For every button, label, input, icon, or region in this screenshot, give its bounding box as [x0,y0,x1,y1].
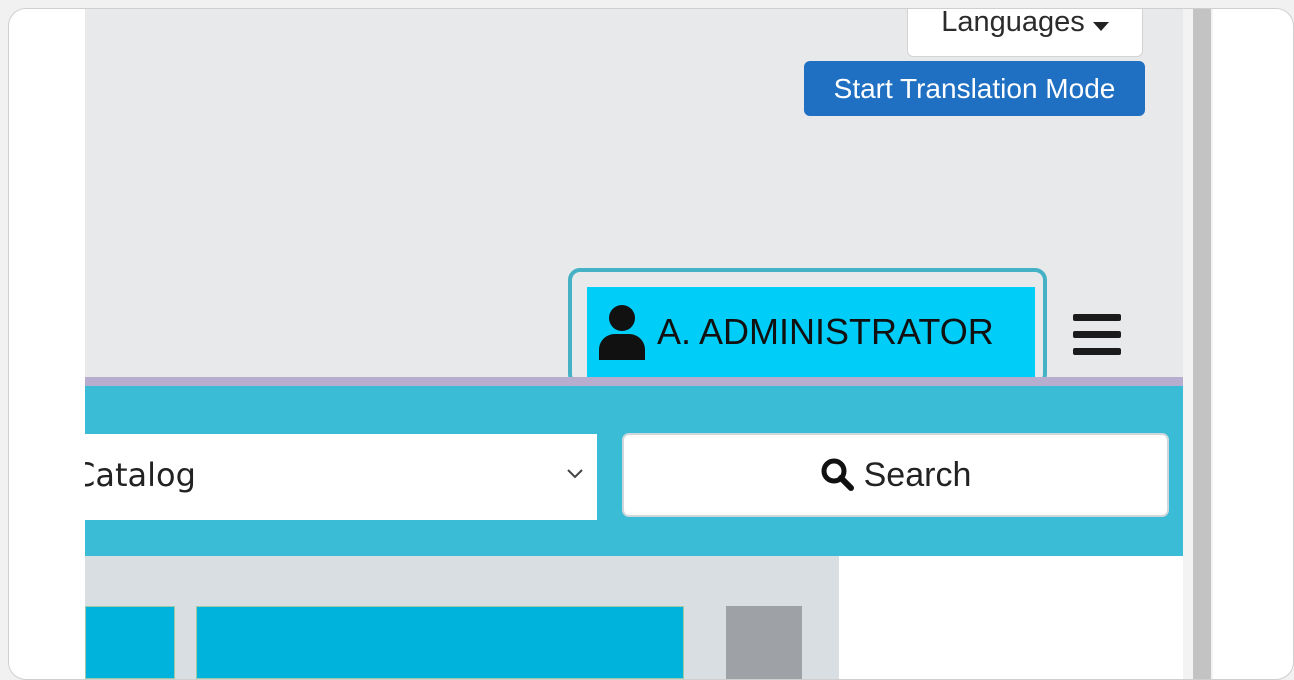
content-tile[interactable] [726,606,802,679]
side-panel [839,556,1183,679]
browser-viewport: Languages Start Translation Mode A. ADMI… [85,9,1183,679]
search-bar: Catalog Search [85,386,1183,556]
start-translation-mode-button[interactable]: Start Translation Mode [804,61,1145,116]
content-tile[interactable] [85,606,175,679]
search-button[interactable]: Search [622,433,1169,517]
search-scope-select[interactable]: Catalog [85,434,597,520]
scrollbar-track[interactable] [1183,9,1213,679]
hamburger-menu-icon[interactable] [1073,314,1121,358]
search-button-label: Search [863,455,972,494]
search-scope-value: Catalog [85,456,196,494]
translation-button-label: Start Translation Mode [833,72,1116,104]
languages-dropdown[interactable]: Languages [907,9,1143,57]
caret-down-icon [1092,22,1109,31]
header-divider [85,377,1183,386]
languages-label: Languages [941,9,1085,38]
user-name: A. ADMINISTRATOR [657,311,994,352]
content-tile[interactable] [196,606,684,679]
user-icon [599,305,645,360]
content-area [85,556,839,679]
chevron-down-icon [567,469,583,479]
user-account-button[interactable]: A. ADMINISTRATOR [587,287,1035,377]
scrollbar-thumb[interactable] [1193,9,1211,679]
search-icon [821,458,854,491]
screenshot-card: Languages Start Translation Mode A. ADMI… [8,8,1294,680]
